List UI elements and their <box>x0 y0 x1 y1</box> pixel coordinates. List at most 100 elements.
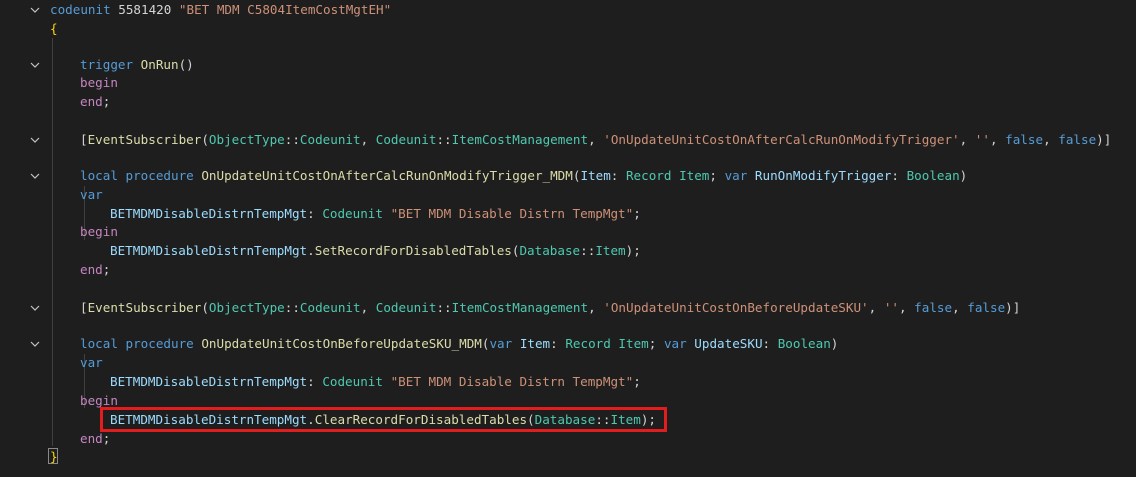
code-line[interactable]: var <box>80 186 103 204</box>
code-token: ItemCostManagement <box>451 300 589 315</box>
line-number <box>0 74 28 92</box>
code-line[interactable]: end; <box>80 93 110 111</box>
line-number <box>0 280 28 298</box>
indent-guide <box>52 38 53 446</box>
fold-chevron-icon[interactable] <box>30 299 42 317</box>
fold-chevron-icon[interactable] <box>30 167 42 185</box>
fold-chevron-icon[interactable] <box>30 335 42 353</box>
code-token: begin <box>80 393 118 408</box>
code-token: '' <box>883 300 899 315</box>
code-token: ObjectType <box>208 132 285 147</box>
line-number <box>0 167 28 185</box>
line-number <box>0 411 28 429</box>
code-token: BETMDMDisableDistrnTempMgt <box>110 243 308 258</box>
fold-chevron-icon[interactable] <box>30 131 42 149</box>
code-token: BETMDMDisableDistrnTempMgt <box>110 412 308 427</box>
code-line[interactable]: local procedure OnUpdateUnitCostOnAfterC… <box>80 167 967 185</box>
code-token: ; <box>709 168 725 183</box>
code-token: Boolean <box>906 168 960 183</box>
line-number <box>0 93 28 111</box>
code-token: : <box>307 374 323 389</box>
code-token: '' <box>974 132 990 147</box>
code-token: Item <box>519 336 551 351</box>
code-line[interactable]: codeunit 5581420 "BET MDM C5804ItemCostM… <box>50 1 391 19</box>
code-token: ; <box>633 374 641 389</box>
line-number <box>0 335 28 353</box>
code-line[interactable]: local procedure OnUpdateUnitCostOnBefore… <box>80 335 838 353</box>
code-line[interactable]: end; <box>80 430 110 448</box>
code-line[interactable]: [EventSubscriber(ObjectType::Codeunit, C… <box>80 131 1111 149</box>
code-line[interactable]: begin <box>80 392 118 410</box>
code-editor[interactable]: codeunit 5581420 "BET MDM C5804ItemCostM… <box>0 0 1136 477</box>
code-token: UpdateSKU <box>694 336 763 351</box>
fold-chevron-icon[interactable] <box>30 56 42 74</box>
code-token: codeunit <box>50 2 111 17</box>
code-token: local procedure <box>80 336 194 351</box>
code-token: , <box>868 300 884 315</box>
code-token: 5581420 <box>110 2 179 17</box>
code-token: BETMDMDisableDistrnTempMgt <box>110 374 308 389</box>
code-token: ; <box>102 94 111 109</box>
code-token: [ <box>80 300 88 315</box>
code-token: :: <box>595 412 611 427</box>
line-number <box>0 242 28 260</box>
code-token: begin <box>80 75 118 90</box>
code-token: end <box>80 431 103 446</box>
code-token: . <box>307 412 315 427</box>
code-token: false <box>1058 132 1097 147</box>
code-token: Item <box>679 168 710 183</box>
code-token: OnUpdateUnitCostOnAfterCalcRunOnModifyTr… <box>201 168 573 183</box>
code-token: ; <box>102 431 111 446</box>
code-token: )] <box>1005 300 1021 315</box>
code-token: ( <box>201 132 209 147</box>
code-token: Item <box>610 412 641 427</box>
code-token: SetRecordForDisabledTables <box>314 243 512 258</box>
code-line[interactable]: var <box>80 354 103 372</box>
code-token: Record <box>565 336 611 351</box>
code-token: ; <box>648 336 664 351</box>
code-token: var <box>80 187 103 202</box>
code-token: : <box>762 336 778 351</box>
line-number <box>0 56 28 74</box>
code-token: , <box>1043 132 1059 147</box>
code-token: local procedure <box>80 168 194 183</box>
code-token: , <box>959 132 975 147</box>
code-line[interactable]: trigger OnRun() <box>80 56 194 74</box>
code-token: :: <box>436 132 452 147</box>
fold-chevron-icon[interactable] <box>30 1 42 19</box>
code-line[interactable]: } <box>50 448 58 466</box>
code-token: end <box>80 94 103 109</box>
code-token: , <box>952 300 968 315</box>
code-line[interactable]: end; <box>80 261 110 279</box>
code-token: ; <box>633 206 641 221</box>
code-token: :: <box>580 243 596 258</box>
code-token: ClearRecordForDisabledTables <box>314 412 528 427</box>
line-number <box>0 1 28 19</box>
code-token: . <box>307 243 315 258</box>
code-line[interactable]: BETMDMDisableDistrnTempMgt: Codeunit "BE… <box>110 373 641 391</box>
code-token: OnRun <box>140 57 179 72</box>
code-token: } <box>50 449 58 464</box>
code-token: ItemCostManagement <box>451 132 589 147</box>
code-token: Codeunit <box>299 132 361 147</box>
line-number <box>0 205 28 223</box>
code-line[interactable]: BETMDMDisableDistrnTempMgt: Codeunit "BE… <box>110 205 641 223</box>
code-token: ) <box>830 336 839 351</box>
code-token: :: <box>436 300 452 315</box>
code-token: ); <box>640 412 656 427</box>
code-line[interactable]: [EventSubscriber(ObjectType::Codeunit, C… <box>80 299 1020 317</box>
line-number <box>0 299 28 317</box>
code-line[interactable]: BETMDMDisableDistrnTempMgt.SetRecordForD… <box>110 242 641 260</box>
code-token: trigger <box>80 57 134 72</box>
code-token: Codeunit <box>299 300 361 315</box>
code-token: : <box>891 168 907 183</box>
code-line[interactable]: BETMDMDisableDistrnTempMgt.ClearRecordFo… <box>110 411 656 429</box>
code-line[interactable]: begin <box>80 74 118 92</box>
code-token: ); <box>625 243 641 258</box>
code-line[interactable]: { <box>50 20 58 38</box>
code-line[interactable]: begin <box>80 223 118 241</box>
code-token: 'OnUpdateUnitCostOnAfterCalcRunOnModifyT… <box>603 132 960 147</box>
code-token: )] <box>1096 132 1112 147</box>
code-token: false <box>1005 132 1044 147</box>
